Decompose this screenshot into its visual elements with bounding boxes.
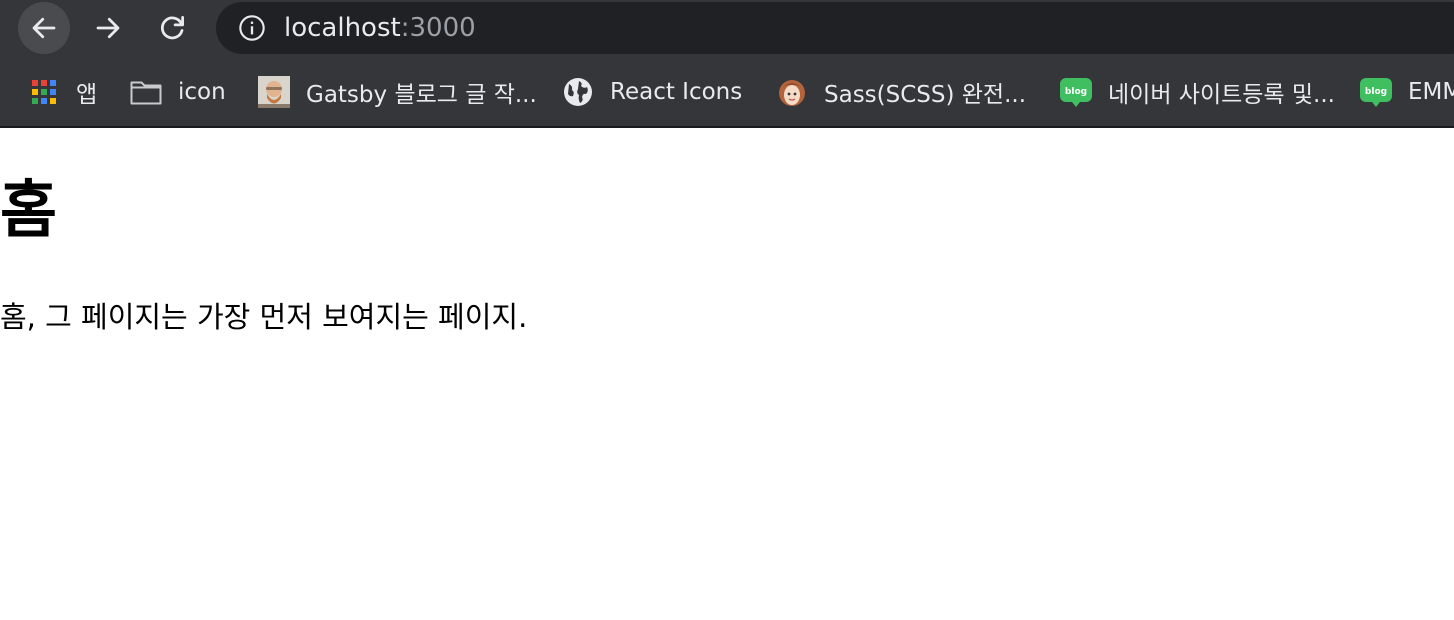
browser-toolbar: localhost:3000	[0, 0, 1454, 56]
bookmark-naver-site[interactable]: blog 네이버 사이트등록 및...	[1060, 74, 1335, 110]
cartoon-avatar-favicon	[776, 76, 808, 108]
url-text[interactable]: localhost:3000	[284, 12, 476, 44]
bookmark-label: React Icons	[610, 79, 743, 105]
bookmark-label: 앱	[76, 82, 98, 108]
bookmark-sass-scss[interactable]: Sass(SCSS) 완전...	[776, 74, 1026, 110]
reload-icon	[161, 16, 184, 40]
bookmark-gatsby-blog[interactable]: Gatsby 블로그 글 작...	[258, 74, 537, 110]
bookmark-label: Sass(SCSS) 완전...	[824, 82, 1027, 108]
back-button[interactable]	[18, 2, 70, 54]
bookmark-react-icons[interactable]: React Icons	[562, 74, 742, 110]
bookmark-folder-icon[interactable]: icon	[130, 74, 226, 110]
globe-icon	[562, 76, 594, 108]
address-bar[interactable]: localhost:3000	[216, 2, 1454, 54]
blog-badge-text: blog	[1065, 87, 1087, 97]
page-title: 홈	[0, 173, 58, 246]
blog-favicon: blog	[1360, 76, 1392, 108]
arrow-left-icon	[32, 17, 56, 39]
blog-badge-text: blog	[1365, 87, 1387, 97]
info-icon[interactable]	[238, 14, 266, 42]
bookmark-emm[interactable]: blog EMM	[1360, 74, 1454, 110]
avatar-favicon	[258, 76, 290, 108]
reload-button[interactable]	[146, 2, 198, 54]
url-host: localhost	[284, 13, 401, 43]
bookmark-label: EMM	[1408, 79, 1454, 105]
bookmark-label: Gatsby 블로그 글 작...	[306, 82, 537, 108]
arrow-right-icon	[96, 17, 120, 39]
apps-grid-icon	[28, 76, 60, 108]
bookmark-label: 네이버 사이트등록 및...	[1108, 82, 1335, 108]
blog-favicon: blog	[1060, 76, 1092, 108]
url-port: :3000	[400, 13, 476, 43]
bookmarks-bar: 앱 icon Gatsby 블로그 글 작... React Icons Sas…	[0, 56, 1454, 128]
bookmark-apps[interactable]: 앱	[28, 74, 97, 110]
bookmark-label: icon	[178, 79, 226, 105]
forward-button[interactable]	[82, 2, 134, 54]
page-paragraph: 홈, 그 페이지는 가장 먼저 보여지는 페이지.	[0, 300, 528, 334]
folder-icon	[130, 76, 162, 108]
